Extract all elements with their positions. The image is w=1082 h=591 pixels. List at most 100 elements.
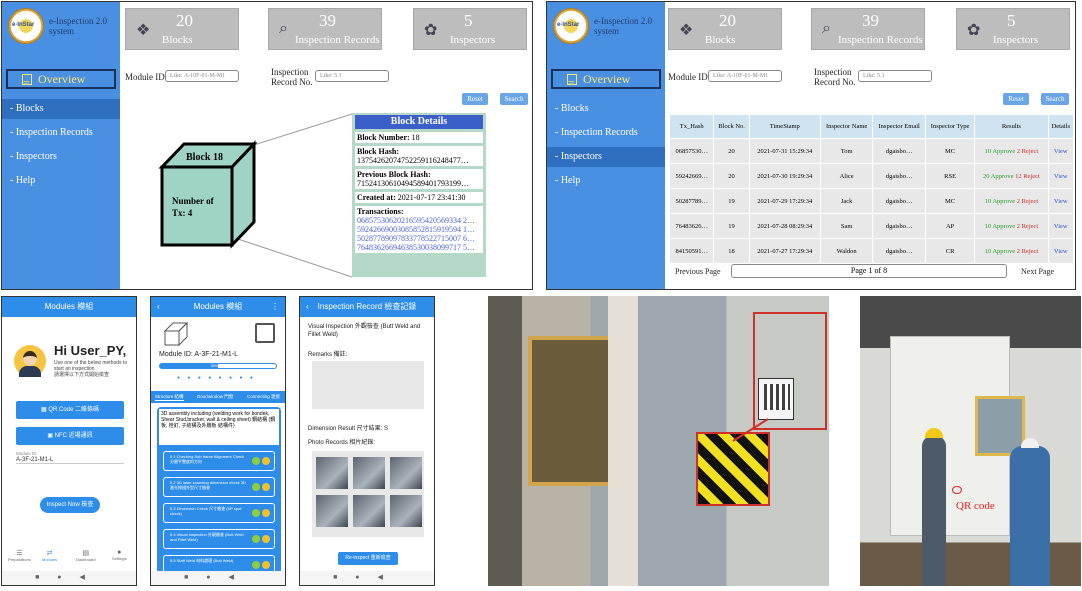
reinspect-button[interactable]: Re-inspect 重新檢查	[338, 552, 398, 565]
person-icon: ●	[117, 549, 122, 556]
table-row: 76483626… 19 2021-07-28 08:29:34 Sam dgaisbo…	[668, 213, 1075, 239]
tab-settings[interactable]: ● Settings	[112, 549, 126, 561]
module-id-label: Module ID	[668, 72, 708, 82]
blocks-icon: ❖	[679, 22, 694, 39]
results-cell: 10 Approve 2 Reject	[974, 188, 1049, 214]
table-cell: 20	[713, 138, 750, 164]
worker-right	[1010, 438, 1050, 586]
cube-body-1: Number of	[172, 196, 215, 206]
block-details-screen: e-InStar e-Inspection 2.0 system ≡ Overvie…	[1, 1, 533, 290]
table-cell: dgaisbo…	[872, 213, 926, 239]
table-header-row: Tx_Hash Block No. TimeStamp Inspector Na…	[668, 114, 1075, 139]
more-icon[interactable]: ⋮	[271, 297, 279, 317]
avatar	[14, 345, 46, 377]
module-id-input[interactable]: Like: A-10F-01-M-M1	[708, 70, 782, 82]
qr-code-button[interactable]: ▦ QR Code 二維條碼	[16, 401, 124, 419]
nfc-button[interactable]: ▣ NFC 近場通訊	[16, 427, 124, 445]
tab-connecting[interactable]: Connecting 連接	[247, 394, 280, 400]
overview-button[interactable]: ≡ Overview	[6, 69, 116, 90]
photo-thumbnail[interactable]	[353, 495, 385, 527]
record-no-input[interactable]: Like: 5.1	[858, 70, 932, 82]
reset-button[interactable]: Reset	[462, 93, 488, 105]
photo-thumbnail[interactable]	[390, 457, 422, 489]
approve-count: 10 Approve	[984, 222, 1016, 230]
back-arrow-icon[interactable]: ‹	[157, 297, 160, 317]
transactions-field: Transactions: 06857530620216595420569334…	[355, 206, 483, 253]
transaction-link[interactable]: 59242669003085852815919594 1…	[357, 225, 481, 234]
stat-inspectors: ✿ 5 Inspectors	[413, 8, 527, 50]
blocks-icon: ❖	[136, 22, 151, 39]
view-link[interactable]: View	[1047, 163, 1075, 189]
reject-count: 12 Reject	[1015, 172, 1040, 180]
inspection-records-table: Tx_Hash Block No. TimeStamp Inspector Na…	[668, 114, 1075, 264]
table-cell: 2021-07-30 19:29:34	[748, 163, 821, 189]
module-id-input[interactable]: Like: A-10F-01-M-M1	[165, 70, 239, 82]
view-link[interactable]: View	[1047, 238, 1075, 264]
table-cell: 59242669…	[668, 163, 715, 189]
tab-structure[interactable]: Structure 結構	[155, 394, 184, 401]
app-title: e-Inspection 2.0 system	[594, 16, 652, 36]
view-link[interactable]: View	[1047, 213, 1075, 239]
view-link[interactable]: View	[1047, 188, 1075, 214]
table-row: 59242669… 20 2021-07-30 19:29:34 Alice dgais…	[668, 163, 1075, 189]
search-button[interactable]: Search	[1041, 93, 1069, 105]
results-cell: 20 Approve 12 Reject	[974, 163, 1049, 189]
transaction-link[interactable]: 50287789097833778522715007 6…	[357, 234, 481, 243]
tab-door-window[interactable]: Door/window 門窗	[197, 394, 233, 400]
table-cell: Sam	[819, 213, 874, 239]
photo-thumbnail[interactable]	[390, 495, 422, 527]
sidebar-item-blocks[interactable]: - Blocks	[2, 99, 120, 119]
clipboard-icon: ≡	[22, 74, 32, 90]
view-link[interactable]: View	[1047, 138, 1075, 164]
page-indicator: Page 1 of 8	[731, 264, 1007, 278]
module-id-label: Module ID	[125, 72, 165, 82]
tab-preparations[interactable]: ☰ Preparations	[8, 549, 31, 562]
table-row: 84150591… 18 2021-07-27 17:29:34 Waldon dgai…	[668, 238, 1075, 264]
sidebar-item-help[interactable]: - Help	[2, 171, 120, 191]
checklist-item[interactable]: 5.4 Visual Inspection 外觀檢查 (Butt Weld an…	[163, 529, 275, 549]
approve-count: 20 Approve	[982, 172, 1014, 180]
next-page-button[interactable]: Next Page	[1021, 267, 1054, 277]
category-tabs: Structure 結構 Door/window 門窗 Connecting 連…	[151, 391, 285, 403]
table-cell: 2021-07-28 08:29:34	[748, 213, 821, 239]
transaction-link[interactable]: 76483626694638530038099717 5…	[357, 243, 481, 252]
photo-thumbnail[interactable]	[353, 457, 385, 489]
checklist-item[interactable]: 5.1 Checking Sub frame Alignment Check 分…	[163, 451, 275, 471]
sidebar-item-inspection-records[interactable]: - Inspection Records	[2, 123, 120, 143]
checklist-item[interactable]: 5.3 Dimension Check 尺寸檢查 (AP spot check)	[163, 503, 275, 523]
back-arrow-icon[interactable]: ‹	[306, 297, 309, 317]
table-cell: 2021-07-31 15:29:34	[748, 138, 821, 164]
photo-thumbnail[interactable]	[316, 457, 348, 489]
sidebar-item-blocks[interactable]: - Blocks	[547, 99, 665, 119]
inspect-now-button[interactable]: Inspect Now 檢查	[40, 497, 100, 513]
scan-frame-icon[interactable]	[255, 323, 275, 343]
column-header: Inspector Email	[872, 114, 926, 139]
checklist-item[interactable]: 5.2 3D laser scanning dimension check 3D…	[163, 477, 275, 497]
phone-inspection-record: ‹ Inspection Record 檢查記錄 Visual Inspectio…	[299, 296, 435, 586]
module-id-label: Module ID	[16, 451, 37, 456]
sidebar-item-inspectors[interactable]: - Inspectors	[2, 147, 120, 167]
remarks-field[interactable]	[312, 361, 424, 409]
previous-page-button[interactable]: Previous Page	[675, 267, 721, 277]
transaction-link[interactable]: 06857530620216595420569334 2…	[357, 216, 481, 225]
overview-button[interactable]: ≡ Overview	[551, 69, 661, 90]
tab-modules[interactable]: ⇄ Modules	[42, 549, 57, 562]
qr-tag	[758, 378, 794, 420]
tab-dashboard[interactable]: ▤ Dashboard	[76, 549, 96, 562]
app-title: e-Inspection 2.0 system	[49, 16, 107, 36]
search-button[interactable]: Search	[500, 93, 528, 105]
table-cell: MC	[924, 138, 976, 164]
record-no-input[interactable]: Like: 5.1	[315, 70, 389, 82]
bottom-nav: ☰ Preparations ⇄ Modules ▤ Dashboard ● Setti…	[2, 547, 136, 571]
reject-count: 2 Reject	[1016, 222, 1039, 230]
sidebar-item-help[interactable]: - Help	[547, 171, 665, 191]
table-cell: 50287789…	[668, 188, 715, 214]
sidebar-item-inspectors[interactable]: - Inspectors	[547, 147, 665, 167]
checklist-item-label: 5.1 Checking Sub frame Alignment Check 分…	[170, 454, 245, 464]
sidebar-item-inspection-records[interactable]: - Inspection Records	[547, 123, 665, 143]
reset-button[interactable]: Reset	[1003, 93, 1029, 105]
column-header: Tx_Hash	[668, 114, 715, 139]
photo-thumbnail[interactable]	[316, 495, 348, 527]
table-cell: CR	[924, 238, 976, 264]
module-id-field[interactable]: A-3F-21-M1-L	[16, 457, 124, 464]
